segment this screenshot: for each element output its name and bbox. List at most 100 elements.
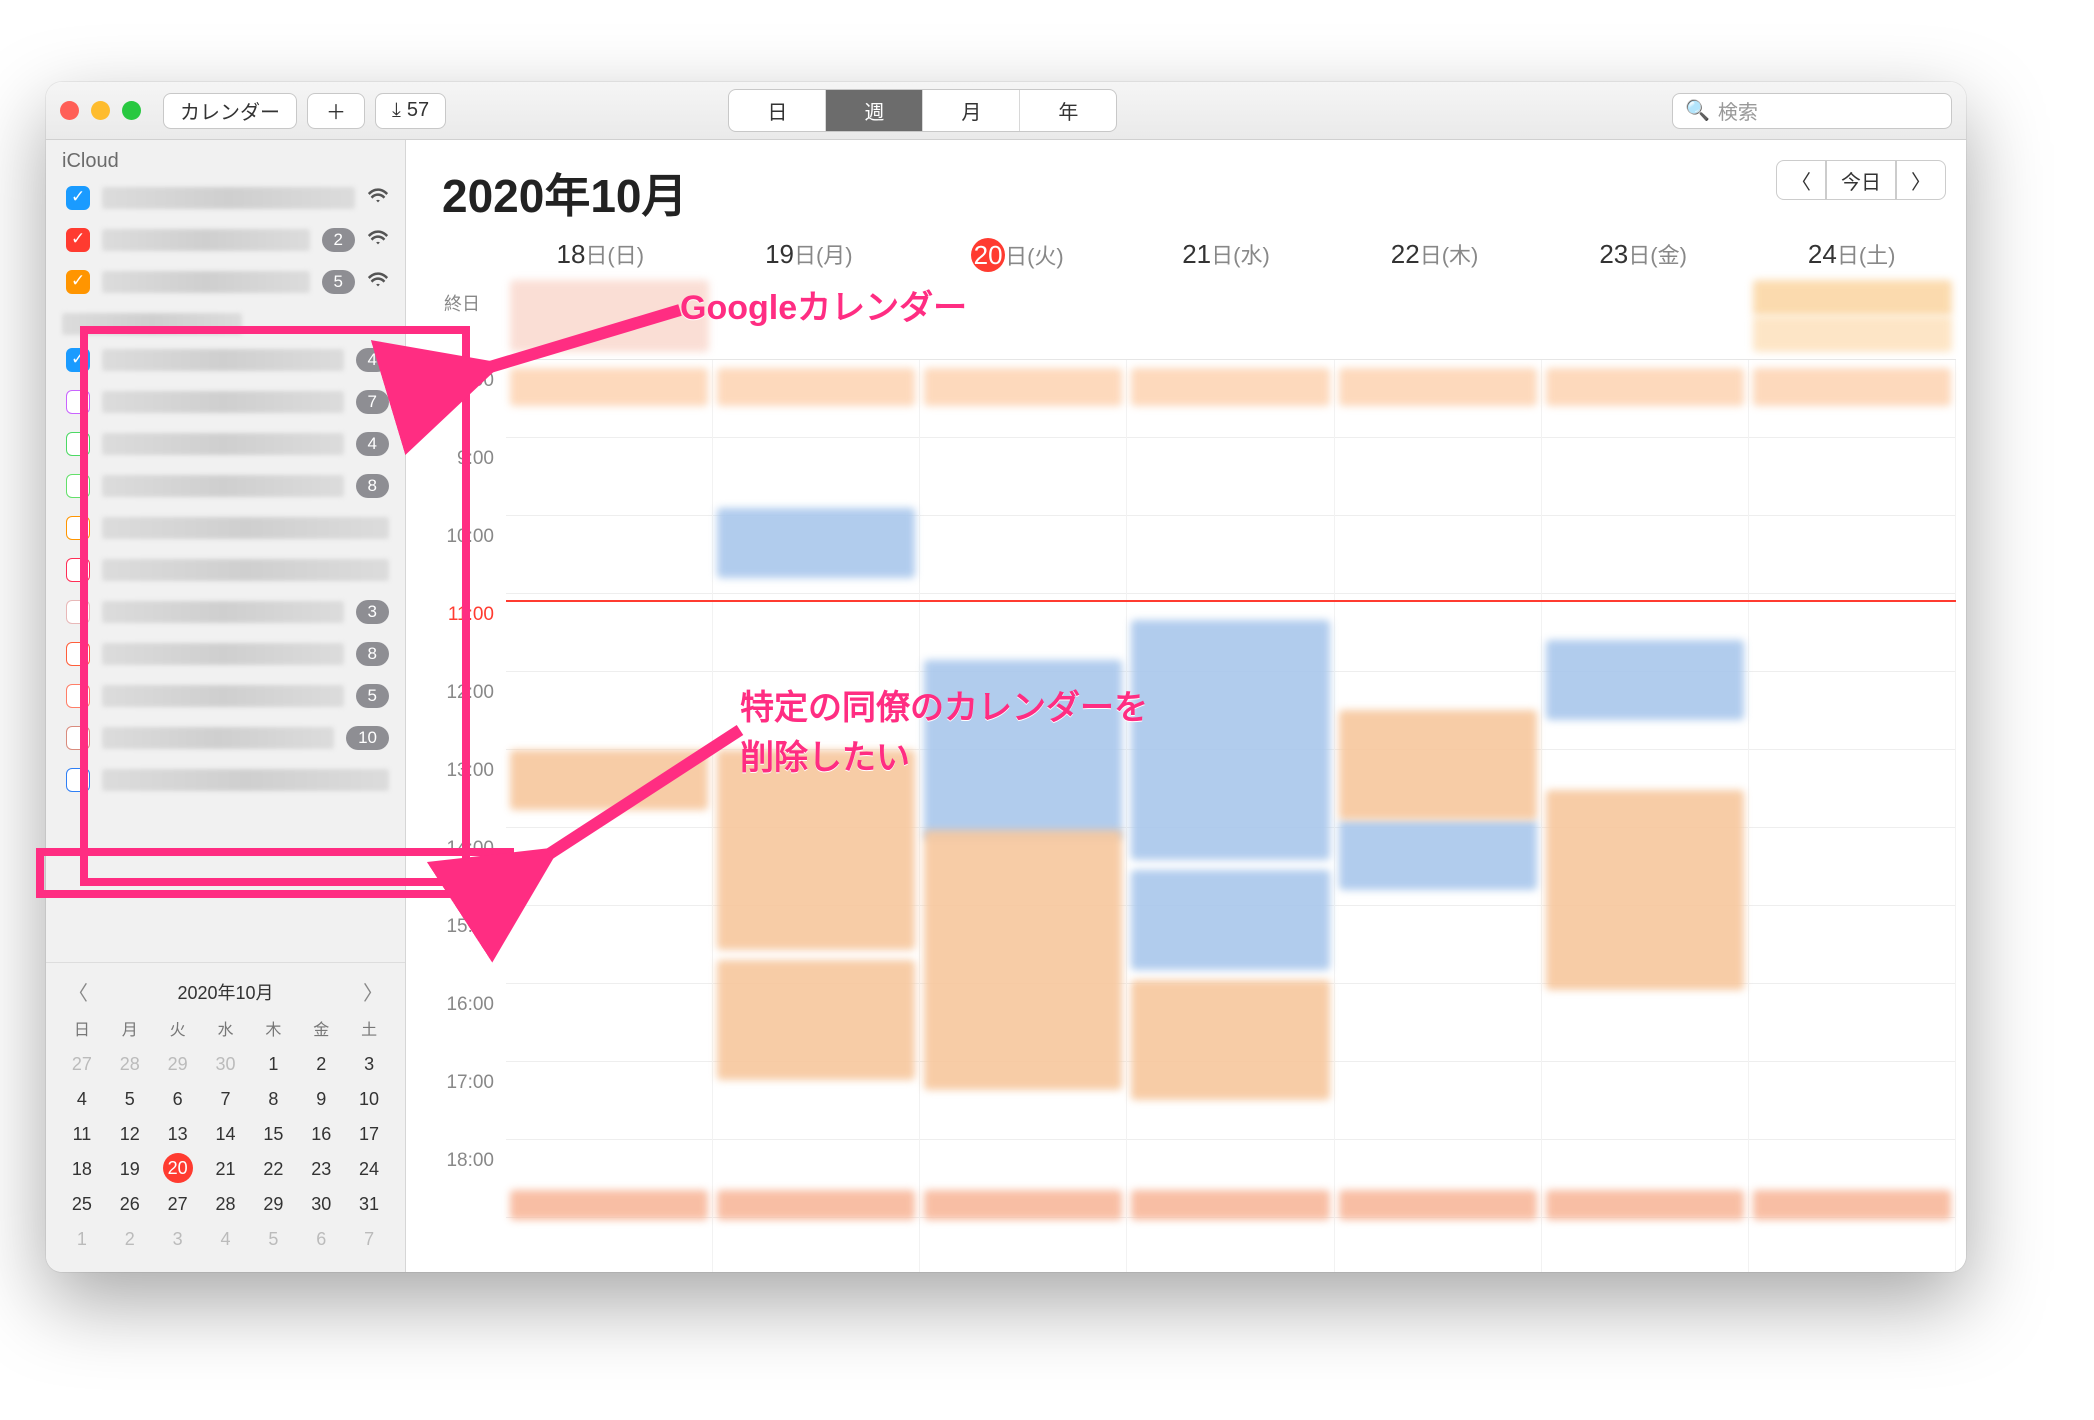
event-block[interactable] xyxy=(1546,368,1744,406)
minimize-icon[interactable] xyxy=(91,101,110,120)
minical-day[interactable]: 9 xyxy=(297,1083,345,1116)
event-block[interactable] xyxy=(1753,280,1952,316)
event-block[interactable] xyxy=(1339,368,1537,406)
event-block[interactable] xyxy=(1131,620,1329,860)
event-block[interactable] xyxy=(1131,1190,1329,1220)
event-block[interactable] xyxy=(924,1190,1122,1220)
minical-day[interactable]: 2 xyxy=(106,1223,154,1256)
minical-day[interactable]: 16 xyxy=(297,1118,345,1151)
view-day-button[interactable]: 日 xyxy=(729,90,826,131)
minical-day[interactable]: 10 xyxy=(345,1083,393,1116)
day-header[interactable]: 20日(火) xyxy=(913,238,1122,272)
calendar-checkbox[interactable] xyxy=(66,684,90,708)
minical-day[interactable]: 14 xyxy=(202,1118,250,1151)
minical-day[interactable]: 18 xyxy=(58,1153,106,1186)
calendar-checkbox[interactable] xyxy=(66,642,90,666)
day-header[interactable]: 21日(水) xyxy=(1122,238,1331,272)
minical-day[interactable]: 28 xyxy=(202,1188,250,1221)
calendar-row[interactable]: 3 xyxy=(46,591,405,633)
minical-day[interactable]: 6 xyxy=(154,1083,202,1116)
calendar-row[interactable] xyxy=(46,759,405,801)
calendar-checkbox[interactable] xyxy=(66,228,90,252)
minical-prev-button[interactable]: 〈 xyxy=(68,977,88,1006)
inbox-button[interactable]: ⤓ 57 xyxy=(375,93,446,129)
calendar-row[interactable]: 7 xyxy=(46,381,405,423)
minical-day[interactable]: 20 xyxy=(163,1153,193,1183)
day-header[interactable]: 24日(土) xyxy=(1747,238,1956,272)
today-button[interactable]: 今日 xyxy=(1826,160,1896,200)
event-block[interactable] xyxy=(1753,316,1952,352)
minical-day[interactable]: 4 xyxy=(202,1223,250,1256)
event-block[interactable] xyxy=(924,830,1122,1090)
calendar-checkbox[interactable] xyxy=(66,186,90,210)
calendar-row[interactable] xyxy=(46,507,405,549)
event-block[interactable] xyxy=(510,368,708,406)
calendar-row[interactable]: 2 xyxy=(46,219,405,261)
event-block[interactable] xyxy=(1339,820,1537,890)
event-block[interactable] xyxy=(924,660,1122,840)
search-input[interactable]: 🔍 検索 xyxy=(1672,93,1952,129)
calendar-row[interactable]: 5 xyxy=(46,261,405,303)
day-header[interactable]: 23日(金) xyxy=(1539,238,1748,272)
calendar-row[interactable] xyxy=(46,177,405,219)
calendar-checkbox[interactable] xyxy=(66,726,90,750)
close-icon[interactable] xyxy=(60,101,79,120)
minical-day[interactable]: 15 xyxy=(249,1118,297,1151)
minical-day[interactable]: 22 xyxy=(249,1153,297,1186)
minical-day[interactable]: 23 xyxy=(297,1153,345,1186)
event-block[interactable] xyxy=(1131,870,1329,970)
minical-day[interactable]: 25 xyxy=(58,1188,106,1221)
calendar-checkbox[interactable] xyxy=(66,600,90,624)
event-block[interactable] xyxy=(1546,790,1744,990)
minical-day[interactable]: 13 xyxy=(154,1118,202,1151)
prev-week-button[interactable]: 〈 xyxy=(1776,160,1826,200)
event-block[interactable] xyxy=(1753,368,1951,406)
minical-day[interactable]: 8 xyxy=(249,1083,297,1116)
event-block[interactable] xyxy=(510,750,708,810)
minical-day[interactable]: 30 xyxy=(297,1188,345,1221)
calendar-row[interactable]: 5 xyxy=(46,675,405,717)
calendar-checkbox[interactable] xyxy=(66,390,90,414)
day-header[interactable]: 19日(月) xyxy=(705,238,914,272)
minical-day[interactable]: 24 xyxy=(345,1153,393,1186)
event-block[interactable] xyxy=(1546,1190,1744,1220)
minical-day[interactable]: 5 xyxy=(106,1083,154,1116)
minical-next-button[interactable]: 〉 xyxy=(363,977,383,1006)
calendar-checkbox[interactable] xyxy=(66,516,90,540)
calendar-row[interactable]: 8 xyxy=(46,633,405,675)
add-event-button[interactable]: ＋ xyxy=(307,93,365,129)
event-block[interactable] xyxy=(717,960,915,1080)
minical-day[interactable]: 19 xyxy=(106,1153,154,1186)
event-block[interactable] xyxy=(1339,710,1537,820)
view-week-button[interactable]: 週 xyxy=(826,90,923,131)
event-block[interactable] xyxy=(510,1190,708,1220)
minical-day[interactable]: 11 xyxy=(58,1118,106,1151)
event-block[interactable] xyxy=(1131,980,1329,1100)
event-block[interactable] xyxy=(717,750,915,950)
view-year-button[interactable]: 年 xyxy=(1020,90,1116,131)
event-block[interactable] xyxy=(1546,640,1744,720)
event-block[interactable] xyxy=(717,508,915,578)
calendar-checkbox[interactable] xyxy=(66,558,90,582)
calendar-row[interactable]: 4 xyxy=(46,423,405,465)
calendar-checkbox[interactable] xyxy=(66,270,90,294)
calendar-row[interactable]: 4 xyxy=(46,339,405,381)
minical-day[interactable]: 27 xyxy=(154,1188,202,1221)
minical-day[interactable]: 2 xyxy=(297,1048,345,1081)
minical-day[interactable]: 17 xyxy=(345,1118,393,1151)
minical-day[interactable]: 4 xyxy=(58,1083,106,1116)
event-block[interactable] xyxy=(924,368,1122,406)
minical-day[interactable]: 7 xyxy=(202,1083,250,1116)
next-week-button[interactable]: 〉 xyxy=(1896,160,1946,200)
event-block[interactable] xyxy=(1131,368,1329,406)
minical-day[interactable]: 29 xyxy=(154,1048,202,1081)
minical-day[interactable]: 1 xyxy=(58,1223,106,1256)
calendar-checkbox[interactable] xyxy=(66,474,90,498)
minical-day[interactable]: 5 xyxy=(249,1223,297,1256)
view-month-button[interactable]: 月 xyxy=(923,90,1020,131)
minical-day[interactable]: 30 xyxy=(202,1048,250,1081)
calendar-row[interactable]: 8 xyxy=(46,465,405,507)
minical-day[interactable]: 28 xyxy=(106,1048,154,1081)
minical-day[interactable]: 6 xyxy=(297,1223,345,1256)
day-header[interactable]: 18日(日) xyxy=(496,238,705,272)
